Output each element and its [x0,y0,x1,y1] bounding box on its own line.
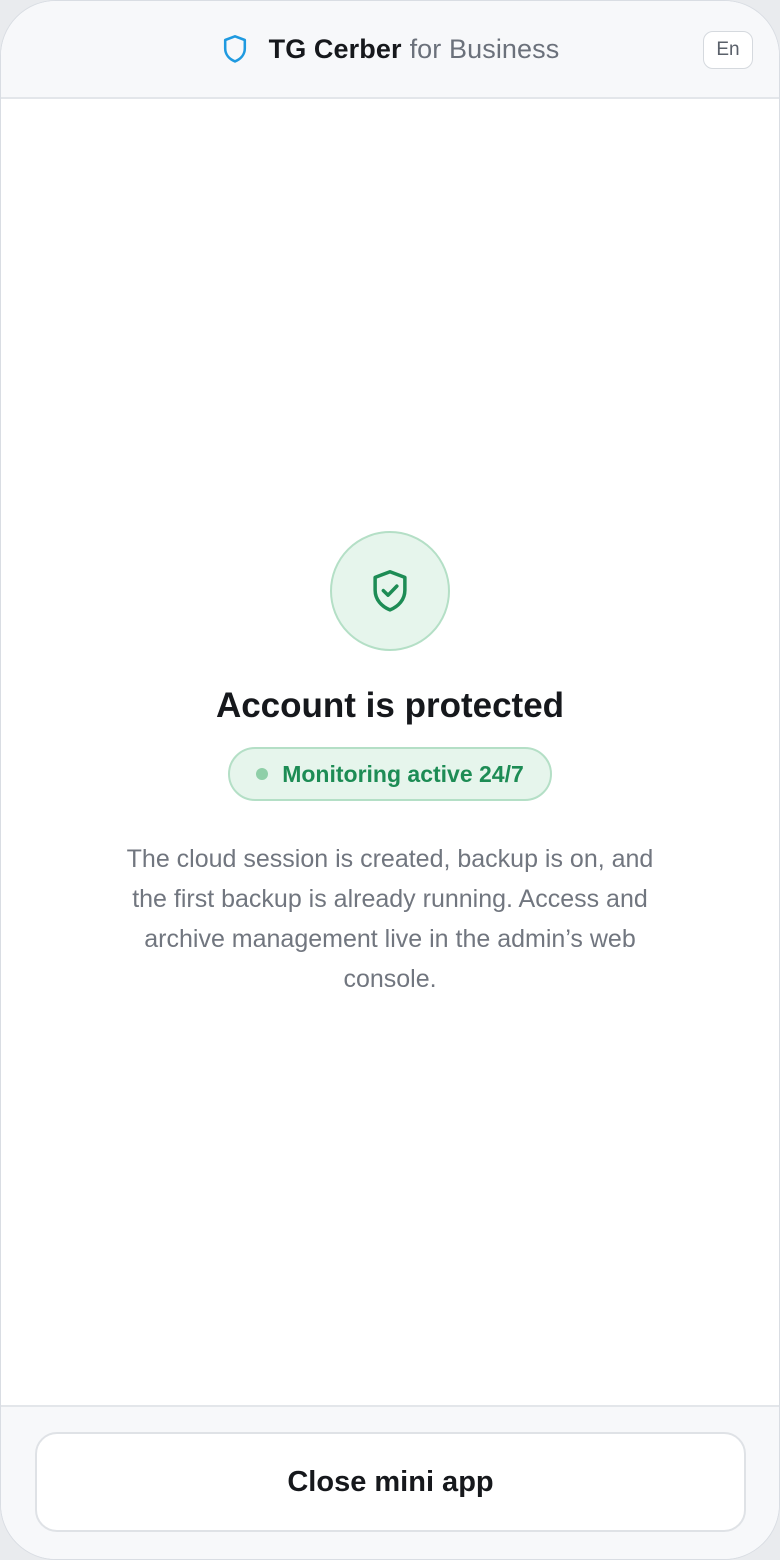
shield-icon [223,35,246,63]
status-description: The cloud session is created, backup is … [126,845,654,993]
close-mini-app-button[interactable]: Close mini app [35,1432,746,1532]
language-switch-button[interactable]: En [703,31,753,69]
app-footer: Close mini app [1,1405,779,1559]
status-badge-label: Monitoring active 24/7 [282,760,524,787]
app-header: TG Cerber for Business En [1,1,779,99]
mini-app-window: TG Cerber for Business En Account is pro… [0,0,780,1560]
brand-name: TG Cerber [268,33,402,64]
brand: TG Cerber for Business [221,34,560,65]
status-panel: Account is protected Monitoring active 2… [1,531,779,999]
status-title: Account is protected [215,686,565,725]
status-badge: Monitoring active 24/7 [228,747,552,801]
brand-suffix: for Business [409,33,560,64]
status-icon-circle [330,531,450,651]
status-dot-icon [256,768,269,780]
shield-check-icon [373,570,407,612]
